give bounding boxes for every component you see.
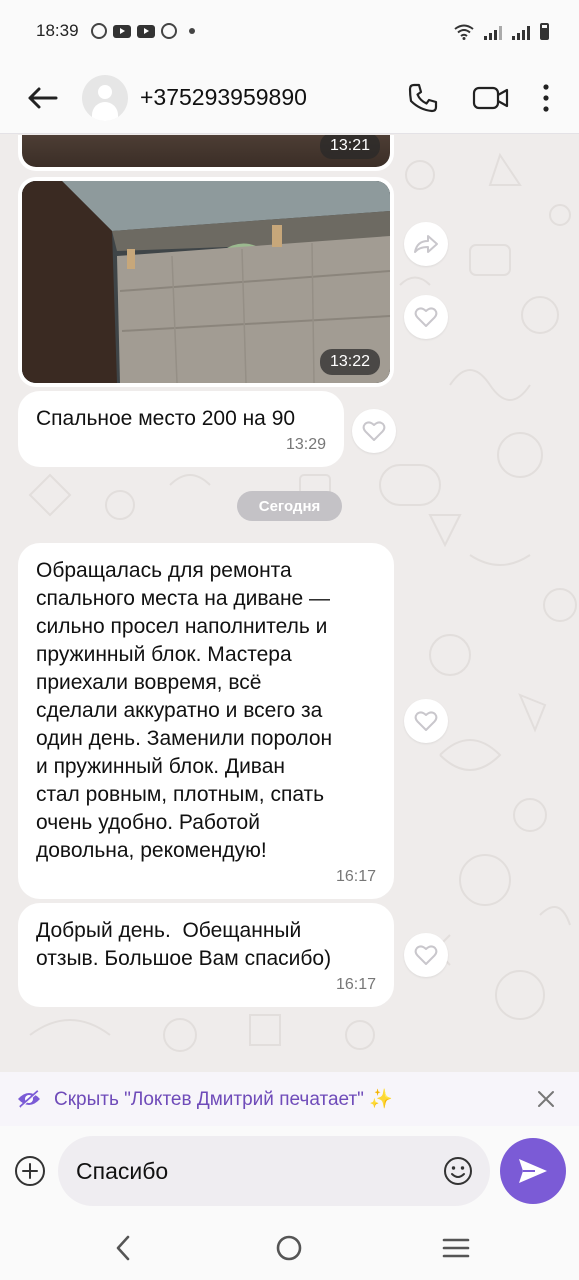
status-bar: 18:39 <box>0 0 579 62</box>
send-button[interactable] <box>500 1138 566 1204</box>
eye-hidden-icon[interactable] <box>16 1089 42 1109</box>
heart-icon <box>414 307 438 327</box>
chat-area[interactable]: 13:21 13:22 Спальное место 200 на 90 13:… <box>0 135 579 1072</box>
message-bubble[interactable]: Добрый день. Обещанный отзыв. Большое Ва… <box>18 903 394 1007</box>
back-arrow-icon[interactable] <box>22 78 62 118</box>
system-nav-bar <box>0 1216 579 1280</box>
heart-icon <box>414 711 438 731</box>
home-nav-icon[interactable] <box>259 1223 319 1273</box>
forward-icon <box>414 235 438 253</box>
like-button[interactable] <box>404 699 448 743</box>
send-icon <box>519 1159 547 1183</box>
close-icon[interactable] <box>531 1084 561 1114</box>
forward-button[interactable] <box>404 222 448 266</box>
image-message[interactable]: 13:21 <box>18 135 394 171</box>
date-separator: Сегодня <box>237 491 342 521</box>
message-text: Спальное место 200 на 90 <box>36 407 296 430</box>
typing-banner: Скрыть "Локтев Дмитрий печатает" ✨ <box>0 1072 579 1126</box>
message-bubble[interactable]: Спальное место 200 на 90 13:29 <box>18 391 344 467</box>
contact-name[interactable]: +375293959890 <box>140 84 377 111</box>
status-left: 18:39 <box>36 21 195 41</box>
battery-icon <box>540 22 549 40</box>
signal-icon <box>484 24 502 40</box>
message-time: 13:29 <box>285 436 326 453</box>
message-time: 13:21 <box>319 135 380 159</box>
plus-icon[interactable] <box>12 1153 48 1189</box>
viber-icon <box>90 23 107 39</box>
heart-icon <box>362 421 386 441</box>
recents-nav-icon[interactable] <box>426 1223 486 1273</box>
message-time: 13:22 <box>319 349 380 375</box>
emoji-icon[interactable] <box>440 1153 476 1189</box>
phone-icon[interactable] <box>401 76 445 120</box>
photo[interactable]: 13:22 <box>22 181 390 383</box>
video-call-icon[interactable] <box>469 76 513 120</box>
chat-header: +375293959890 <box>0 62 579 134</box>
youtube-icon <box>112 24 131 38</box>
message-time: 16:17 <box>335 868 376 885</box>
dot-icon <box>188 28 195 34</box>
sparkle-icon: ✨ <box>369 1089 393 1110</box>
signal-icon <box>512 24 530 40</box>
like-button[interactable] <box>404 295 448 339</box>
image-message[interactable]: 13:22 <box>18 177 394 387</box>
more-vertical-icon[interactable] <box>531 76 561 120</box>
message-input[interactable]: Спасибо <box>76 1158 440 1185</box>
message-text: Добрый день. Обещанный отзыв. Большое Ва… <box>36 919 332 970</box>
wifi-icon <box>454 24 474 40</box>
hide-typing-link[interactable]: Скрыть "Локтев Дмитрий печатает" ✨ <box>54 1087 531 1111</box>
like-button[interactable] <box>404 933 448 977</box>
message-text: Обращалась для ремонта спального места н… <box>36 559 333 862</box>
like-button[interactable] <box>352 409 396 453</box>
message-input-wrapper: Спасибо <box>58 1136 490 1206</box>
photo[interactable]: 13:21 <box>22 135 390 167</box>
heart-icon <box>414 945 438 965</box>
message-composer: Спасибо <box>0 1126 579 1216</box>
viber-icon <box>160 23 177 39</box>
message-time: 16:17 <box>335 976 376 993</box>
status-time: 18:39 <box>36 21 79 40</box>
status-right <box>454 22 549 40</box>
avatar-icon[interactable] <box>82 74 128 121</box>
youtube-icon <box>136 24 155 38</box>
typing-label: Скрыть "Локтев Дмитрий печатает" <box>54 1089 364 1110</box>
message-bubble[interactable]: Обращалась для ремонта спального места н… <box>18 543 394 899</box>
back-nav-icon[interactable] <box>93 1223 153 1273</box>
